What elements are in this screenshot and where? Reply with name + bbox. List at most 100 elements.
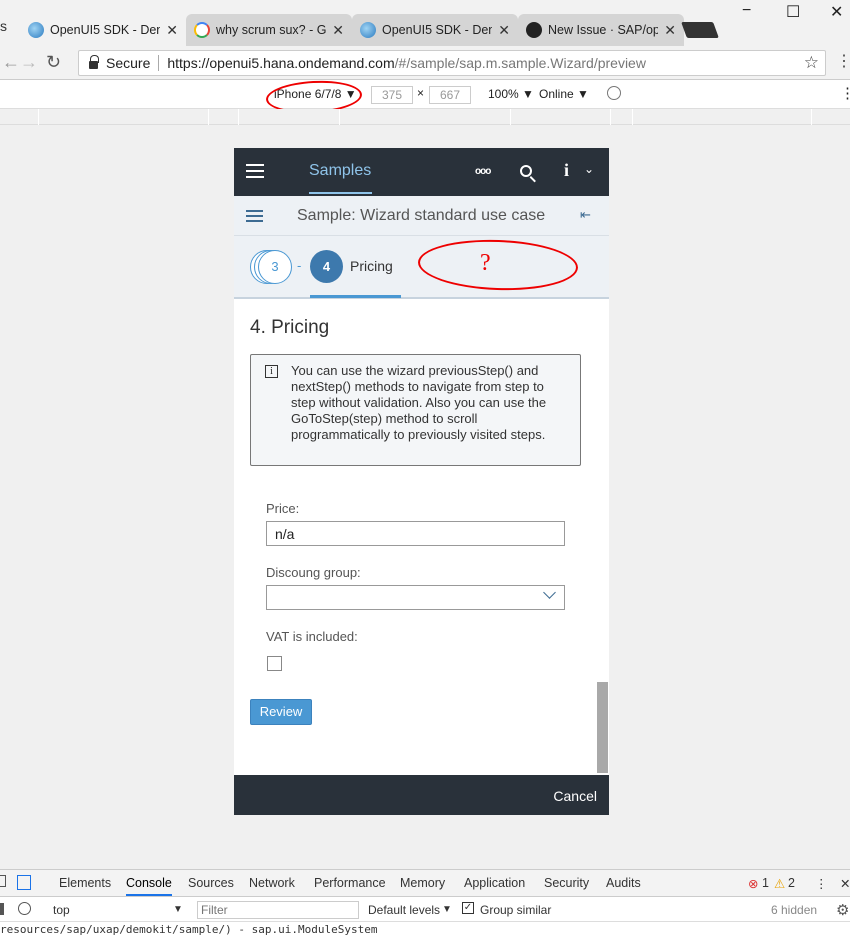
current-step-underline (310, 295, 401, 298)
step-separator: - (297, 258, 302, 273)
device-toggle-icon[interactable] (17, 875, 31, 890)
chevron-down-icon[interactable]: ⌄ (584, 162, 594, 176)
ruler-divider (38, 109, 39, 125)
cancel-button[interactable]: Cancel (553, 788, 597, 804)
rotate-icon[interactable] (607, 86, 621, 100)
device-menu-icon[interactable]: ⋮ (840, 84, 850, 102)
close-window-icon[interactable]: ✕ (830, 2, 843, 22)
devtools-tab-application[interactable]: Application (464, 876, 525, 890)
back-icon[interactable]: ← (2, 52, 20, 73)
caret-down-icon: ▼ (442, 904, 452, 915)
devtools-tab-console[interactable]: Console (126, 876, 172, 896)
zoom-select[interactable]: 100% ▼ (488, 87, 534, 101)
ruler-divider (610, 109, 611, 125)
price-label: Price: (266, 501, 300, 516)
search-icon[interactable] (520, 165, 536, 183)
inspect-icon[interactable] (0, 875, 6, 887)
browser-tab[interactable]: OpenUI5 SDK - Den ✕ (352, 14, 518, 46)
devtools-tab-audits[interactable]: Audits (606, 876, 641, 890)
devtools-tab-sources[interactable]: Sources (188, 876, 234, 890)
ruler-divider (238, 109, 239, 125)
caret-down-icon: ▼ (577, 87, 589, 101)
devtools-tab-elements[interactable]: Elements (59, 876, 111, 890)
shell-tab-samples[interactable]: Samples (309, 162, 371, 180)
wizard-step-4[interactable]: 4 (310, 250, 343, 283)
caret-down-icon: ▼ (173, 904, 183, 915)
filter-input[interactable] (197, 901, 359, 919)
github-icon (526, 22, 542, 38)
devtools-tab-security[interactable]: Security (544, 876, 589, 890)
page-subheader: Sample: Wizard standard use case ⇤ (234, 196, 609, 236)
info-message-strip: i You can use the wizard previousStep() … (250, 354, 581, 466)
collapse-list-icon[interactable]: ⇤ (580, 207, 591, 223)
settings-gear-icon[interactable]: ⚙ (836, 901, 849, 919)
page-title: Sample: Wizard standard use case (297, 207, 546, 224)
sidebar-toggle-icon[interactable] (0, 903, 4, 915)
new-tab-button[interactable] (681, 22, 719, 38)
viewport-height-input[interactable]: 667 (429, 86, 471, 104)
viewport-width-input[interactable]: 375 (371, 86, 413, 104)
bookmark-star-icon[interactable]: ☆ (804, 53, 819, 73)
google-icon (194, 22, 210, 38)
close-icon[interactable]: ✕ (332, 22, 344, 39)
devtools-tab-memory[interactable]: Memory (400, 876, 445, 890)
group-similar-checkbox[interactable]: ✓ (462, 902, 474, 914)
price-input[interactable]: n/a (266, 521, 565, 546)
scrollbar[interactable] (597, 682, 608, 773)
zoom-value: 100% (488, 87, 519, 101)
browser-menu-icon[interactable]: ⋮ (836, 51, 850, 71)
vat-checkbox[interactable] (267, 656, 282, 671)
ruler-divider (208, 109, 209, 125)
discount-group-label: Discoung group: (266, 565, 361, 580)
forward-icon[interactable]: → (20, 52, 38, 73)
context-select[interactable]: top (53, 903, 70, 917)
minimize-icon[interactable]: − (742, 2, 751, 20)
devtools-menu-icon[interactable]: ⋮ (815, 876, 828, 891)
more-icon[interactable]: ooo (475, 166, 491, 177)
tab-title: OpenUI5 SDK - Den (382, 23, 493, 37)
device-toolbar: iPhone 6/7/8 ▼ 375 × 667 100% ▼ Online ▼… (0, 78, 850, 116)
wizard-footer: Cancel (234, 775, 609, 815)
maximize-icon[interactable]: ☐ (786, 2, 800, 22)
tab-title: why scrum sux? - G (216, 23, 327, 37)
browser-tab[interactable]: OpenUI5 SDK - Den ✕ (20, 14, 186, 46)
info-icon[interactable]: i (564, 160, 569, 181)
log-levels-select[interactable]: Default levels (368, 903, 440, 917)
current-step-label: Pricing (350, 258, 393, 274)
hamburger-menu-icon[interactable] (246, 164, 264, 178)
info-text: You can use the wizard previousStep() an… (291, 363, 547, 442)
vat-label: VAT is included: (266, 629, 358, 644)
close-icon[interactable]: ✕ (166, 22, 178, 39)
clear-console-icon[interactable] (18, 902, 31, 915)
times-glyph: × (417, 86, 425, 100)
close-icon[interactable]: ✕ (664, 22, 676, 39)
review-button[interactable]: Review (250, 699, 312, 725)
active-tab-indicator (309, 192, 372, 194)
network-select[interactable]: Online ▼ (539, 87, 589, 101)
url-path: /#/sample/sap.m.sample.Wizard/preview (394, 55, 646, 71)
browser-tab[interactable]: why scrum sux? - G ✕ (186, 14, 352, 46)
tab-title: OpenUI5 SDK - Den (50, 23, 161, 37)
discount-group-select[interactable] (266, 585, 565, 610)
reload-icon[interactable]: ↻ (46, 52, 61, 73)
group-similar-label: Group similar (480, 903, 552, 917)
devtools-tab-performance[interactable]: Performance (314, 876, 386, 890)
ruler-divider (811, 109, 812, 125)
browser-tab[interactable]: New Issue · SAP/op ✕ (518, 14, 684, 46)
close-icon[interactable]: ✕ (498, 22, 510, 39)
wizard-step-content: 4. Pricing i You can use the wizard prev… (234, 299, 609, 775)
warning-count[interactable]: 2 (788, 876, 795, 890)
hidden-count: 6 hidden (771, 903, 818, 917)
annotation-circle (417, 237, 579, 293)
error-count[interactable]: 1 (762, 876, 769, 890)
info-icon: i (265, 365, 278, 378)
address-bar[interactable]: Secure https://openui5.hana.ondemand.com… (78, 50, 826, 76)
section-title: 4. Pricing (250, 317, 330, 338)
console-log-line: resources/sap/uxap/demokit/sample/) - sa… (0, 923, 378, 936)
wizard-step-3[interactable]: 3 (258, 250, 292, 284)
url-host: https://openui5.hana.ondemand.com (167, 55, 395, 71)
close-devtools-icon[interactable]: ✕ (840, 876, 850, 891)
devtools-tab-network[interactable]: Network (249, 876, 295, 890)
hamburger-menu-icon[interactable] (246, 210, 263, 222)
console-toolbar: top ▼ Default levels ▼ ✓ Group similar 6… (0, 898, 850, 922)
